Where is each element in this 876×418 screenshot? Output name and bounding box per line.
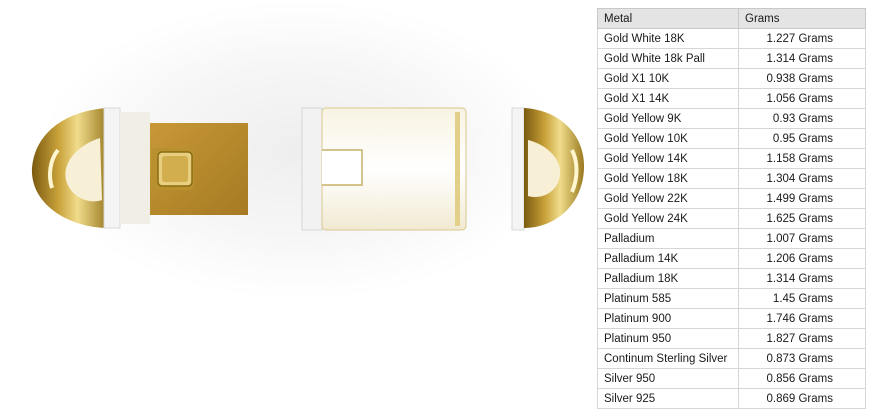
table-row[interactable]: Silver 925 0.869 Grams — [597, 388, 866, 409]
grams-cell: 1.45 Grams — [738, 288, 866, 309]
table-row[interactable]: Gold Yellow 14K 1.158 Grams — [597, 148, 866, 169]
right-loop-piece — [511, 107, 585, 231]
metal-cell: Gold Yellow 10K — [597, 128, 739, 149]
table-row[interactable]: Platinum 900 1.746 Grams — [597, 308, 866, 329]
table-row[interactable]: Gold Yellow 10K 0.95 Grams — [597, 128, 866, 149]
metal-cell: Gold White 18k Pall — [597, 48, 739, 69]
center-clasp-piece — [301, 107, 467, 231]
table-row[interactable]: Palladium 1.007 Grams — [597, 228, 866, 249]
grams-cell: 1.827 Grams — [738, 328, 866, 349]
grams-cell: 0.856 Grams — [738, 368, 866, 389]
grams-cell: 0.869 Grams — [738, 388, 866, 409]
metal-cell: Gold Yellow 24K — [597, 208, 739, 229]
metal-cell: Gold Yellow 14K — [597, 148, 739, 169]
metal-cell: Platinum 900 — [597, 308, 739, 329]
metal-cell: Platinum 585 — [597, 288, 739, 309]
table-row[interactable]: Gold Yellow 24K 1.625 Grams — [597, 208, 866, 229]
metal-cell: Gold X1 10K — [597, 68, 739, 89]
grams-cell: 1.314 Grams — [738, 48, 866, 69]
grams-cell: 0.93 Grams — [738, 108, 866, 129]
metal-cell: Silver 925 — [597, 388, 739, 409]
metal-cell: Gold Yellow 22K — [597, 188, 739, 209]
metal-cell: Gold Yellow 18K — [597, 168, 739, 189]
table-row[interactable]: Silver 950 0.856 Grams — [597, 368, 866, 389]
table-row[interactable]: Gold White 18K 1.227 Grams — [597, 28, 866, 49]
grams-cell: 1.314 Grams — [738, 268, 866, 289]
table-row[interactable]: Palladium 18K 1.314 Grams — [597, 268, 866, 289]
grams-cell: 1.056 Grams — [738, 88, 866, 109]
table-row[interactable]: Palladium 14K 1.206 Grams — [597, 248, 866, 269]
table-row[interactable]: Gold Yellow 18K 1.304 Grams — [597, 168, 866, 189]
metal-cell: Palladium — [597, 228, 739, 249]
grams-cell: 1.007 Grams — [738, 228, 866, 249]
table-row[interactable]: Platinum 950 1.827 Grams — [597, 328, 866, 349]
grams-cell: 1.625 Grams — [738, 208, 866, 229]
table-header-row: Metal Grams — [597, 8, 866, 29]
metal-column-header[interactable]: Metal — [597, 8, 739, 29]
grams-cell: 1.158 Grams — [738, 148, 866, 169]
metal-weight-table: Metal Grams Gold White 18K 1.227 Grams Gol… — [597, 8, 866, 409]
grams-cell: 0.95 Grams — [738, 128, 866, 149]
metal-cell: Gold White 18K — [597, 28, 739, 49]
grams-cell: 1.746 Grams — [738, 308, 866, 329]
table-row[interactable]: Gold White 18k Pall 1.314 Grams — [597, 48, 866, 69]
table-row[interactable]: Gold X1 14K 1.056 Grams — [597, 88, 866, 109]
grams-cell: 1.304 Grams — [738, 168, 866, 189]
3d-render-viewport — [0, 0, 596, 418]
metal-cell: Palladium 18K — [597, 268, 739, 289]
metal-cell: Gold X1 14K — [597, 88, 739, 109]
table-row[interactable]: Continum Sterling Silver 0.873 Grams — [597, 348, 866, 369]
table-row[interactable]: Gold Yellow 9K 0.93 Grams — [597, 108, 866, 129]
metal-cell: Continum Sterling Silver — [597, 348, 739, 369]
table-row[interactable]: Platinum 585 1.45 Grams — [597, 288, 866, 309]
grams-cell: 1.227 Grams — [738, 28, 866, 49]
metal-cell: Palladium 14K — [597, 248, 739, 269]
grams-cell: 0.873 Grams — [738, 348, 866, 369]
grams-column-header[interactable]: Grams — [738, 8, 866, 29]
table-body: Gold White 18K 1.227 Grams Gold White 18k … — [597, 28, 866, 409]
grams-cell: 1.499 Grams — [738, 188, 866, 209]
jewelry-render — [31, 107, 585, 231]
table-row[interactable]: Gold X1 10K 0.938 Grams — [597, 68, 866, 89]
left-loop-piece — [31, 107, 150, 229]
grams-cell: 0.938 Grams — [738, 68, 866, 89]
grams-cell: 1.206 Grams — [738, 248, 866, 269]
metal-cell: Platinum 950 — [597, 328, 739, 349]
left-plate-piece — [150, 123, 248, 215]
metal-cell: Silver 950 — [597, 368, 739, 389]
table-row[interactable]: Gold Yellow 22K 1.499 Grams — [597, 188, 866, 209]
metal-cell: Gold Yellow 9K — [597, 108, 739, 129]
